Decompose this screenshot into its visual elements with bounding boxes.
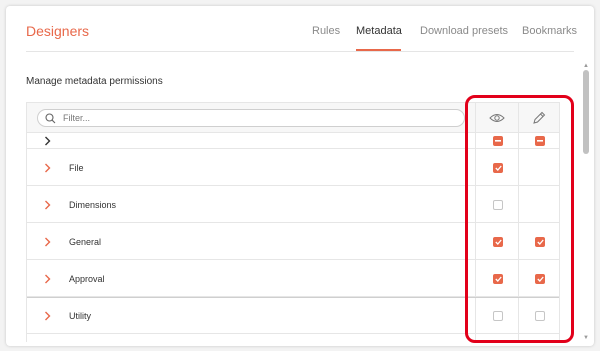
tab-download-presets[interactable]: Download presets	[420, 25, 508, 37]
edit-checkbox[interactable]	[535, 237, 545, 247]
view-checkbox[interactable]	[493, 163, 503, 173]
filter-field[interactable]	[37, 109, 465, 127]
table-row-all[interactable]	[27, 133, 559, 149]
table-row[interactable]: General	[27, 223, 559, 260]
check-icon	[494, 165, 502, 171]
tab-bookmarks[interactable]: Bookmarks	[522, 25, 577, 37]
view-checkbox[interactable]	[493, 311, 503, 321]
chevron-right-icon[interactable]	[44, 274, 51, 284]
chevron-right-icon[interactable]	[44, 237, 51, 247]
permissions-panel: Designers Rules Metadata Download preset…	[6, 6, 594, 346]
view-select-all-checkbox[interactable]	[493, 136, 503, 146]
tab-rules[interactable]: Rules	[312, 25, 340, 37]
chevron-right-icon[interactable]	[44, 311, 51, 321]
page-title: Designers	[26, 23, 90, 39]
chevron-right-icon[interactable]	[44, 163, 51, 173]
check-icon	[494, 276, 502, 282]
row-label: Dimensions	[69, 200, 117, 210]
edit-select-all-checkbox[interactable]	[535, 136, 545, 146]
view-checkbox[interactable]	[493, 237, 503, 247]
edit-checkbox[interactable]	[535, 311, 545, 321]
table-row[interactable]: Dimensions	[27, 186, 559, 223]
tab-metadata[interactable]: Metadata	[356, 25, 402, 37]
vertical-scrollbar[interactable]: ▲ ▼	[582, 62, 590, 342]
row-label: Approval	[69, 274, 105, 284]
view-checkbox[interactable]	[493, 274, 503, 284]
scrollbar-thumb[interactable]	[583, 70, 589, 154]
check-icon	[494, 239, 502, 245]
eye-icon	[489, 114, 505, 122]
chevron-right-icon[interactable]	[44, 136, 51, 146]
table-header	[27, 103, 559, 133]
filter-input[interactable]	[63, 112, 453, 124]
minus-icon	[537, 140, 543, 142]
chevron-right-icon[interactable]	[44, 200, 51, 210]
check-icon	[536, 276, 544, 282]
row-label: File	[69, 163, 84, 173]
minus-icon	[495, 140, 501, 142]
table-row[interactable]: File	[27, 149, 559, 186]
header-divider	[26, 51, 574, 52]
pencil-icon	[533, 111, 546, 124]
scroll-up-arrow[interactable]: ▲	[582, 62, 590, 70]
row-label: General	[69, 237, 102, 247]
row-label: Utility	[69, 311, 91, 321]
check-icon	[536, 239, 544, 245]
permissions-table: File Dimensions General	[26, 102, 560, 343]
table-row[interactable]: Approval	[27, 260, 559, 297]
edit-checkbox[interactable]	[535, 274, 545, 284]
table-row[interactable]: Utility	[27, 297, 559, 334]
view-checkbox[interactable]	[493, 200, 503, 210]
search-icon	[45, 113, 56, 124]
section-title: Manage metadata permissions	[26, 76, 163, 87]
scroll-down-arrow[interactable]: ▼	[582, 334, 590, 342]
